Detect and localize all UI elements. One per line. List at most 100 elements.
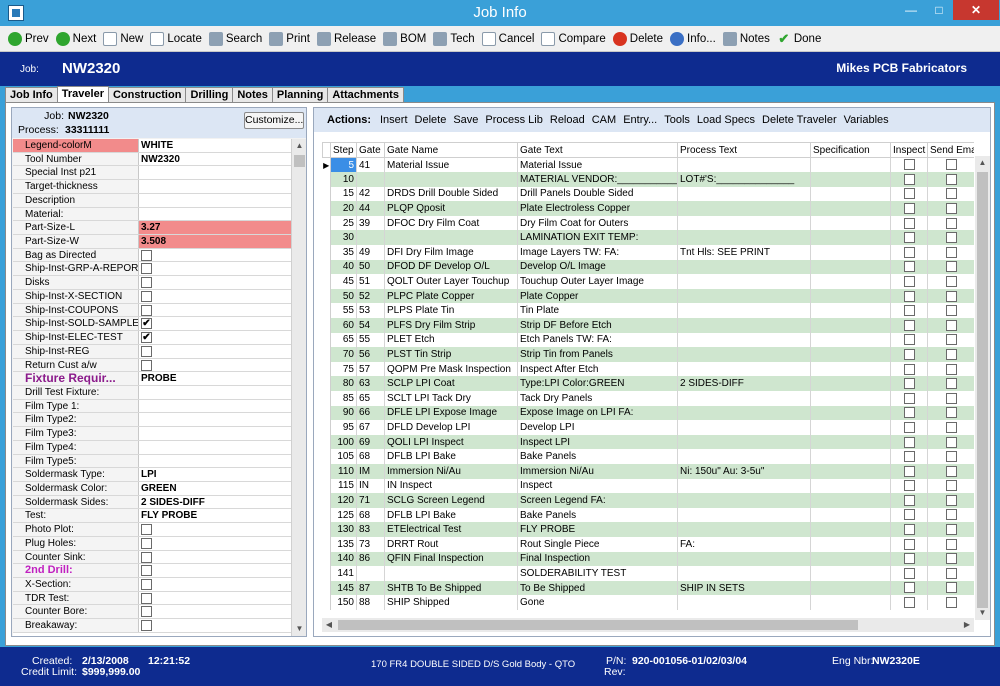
tab-construction[interactable]: Construction bbox=[107, 87, 187, 103]
process-text-cell[interactable] bbox=[677, 157, 811, 173]
send-email-checkbox[interactable] bbox=[945, 217, 957, 229]
gate-cell[interactable]: 63 bbox=[356, 376, 385, 391]
property-value[interactable] bbox=[139, 441, 291, 454]
toolbar-print-button[interactable]: Print bbox=[269, 31, 310, 46]
send-email-checkbox[interactable] bbox=[945, 567, 957, 579]
toolbar-new-button[interactable]: New bbox=[103, 31, 143, 46]
checkbox[interactable] bbox=[141, 277, 152, 289]
inspect-checkbox[interactable] bbox=[903, 494, 915, 506]
step-cell[interactable]: 150 bbox=[330, 595, 357, 610]
gate-cell[interactable]: 73 bbox=[356, 536, 385, 552]
specification-cell[interactable] bbox=[810, 157, 891, 173]
inspect-checkbox[interactable] bbox=[903, 421, 915, 433]
inspect-checkbox[interactable] bbox=[903, 407, 915, 419]
property-value[interactable]: ✔ bbox=[139, 331, 291, 344]
process-text-cell[interactable] bbox=[677, 551, 811, 567]
step-cell[interactable]: 30 bbox=[330, 230, 357, 246]
send-email-checkbox[interactable] bbox=[945, 582, 957, 594]
inspect-checkbox[interactable] bbox=[903, 290, 915, 302]
property-value[interactable] bbox=[139, 386, 291, 399]
specification-cell[interactable] bbox=[810, 259, 891, 275]
specification-cell[interactable] bbox=[810, 172, 891, 187]
gate-name-cell[interactable]: DRRT Rout bbox=[384, 536, 518, 552]
gate-cell[interactable]: 67 bbox=[356, 420, 385, 435]
gate-name-cell[interactable]: DFOC Dry Film Coat bbox=[384, 215, 518, 231]
table-row[interactable]: 10 MATERIAL VENDOR:___________ LOT#'S:____… bbox=[322, 172, 974, 187]
grid-scroll-up-icon[interactable]: ▲ bbox=[975, 156, 990, 170]
gate-text-cell[interactable]: Tin Plate bbox=[517, 303, 678, 319]
inspect-checkbox[interactable] bbox=[903, 363, 915, 375]
specification-cell[interactable] bbox=[810, 463, 891, 479]
send-email-checkbox[interactable] bbox=[945, 159, 957, 171]
gate-text-cell[interactable]: Dry Film Coat for Outers bbox=[517, 215, 678, 231]
close-button[interactable]: ✕ bbox=[953, 0, 999, 20]
grid-hscrollbar[interactable]: ◀ ▶ bbox=[322, 618, 974, 632]
property-value[interactable] bbox=[139, 578, 291, 591]
property-value[interactable] bbox=[139, 276, 291, 289]
send-email-checkbox[interactable] bbox=[945, 188, 957, 200]
table-row[interactable]: 120 71 SCLG Screen Legend Screen Legend FA: bbox=[322, 493, 974, 508]
specification-cell[interactable] bbox=[810, 478, 891, 494]
gate-cell[interactable]: 68 bbox=[356, 507, 385, 523]
toolbar-bom-button[interactable]: BOM bbox=[383, 31, 426, 46]
specification-cell[interactable] bbox=[810, 580, 891, 596]
send-email-checkbox[interactable] bbox=[945, 290, 957, 302]
step-cell[interactable]: 145 bbox=[330, 580, 357, 596]
property-value[interactable] bbox=[139, 413, 291, 426]
gate-cell[interactable]: 51 bbox=[356, 274, 385, 289]
toolbar-locate-button[interactable]: Locate bbox=[150, 31, 202, 46]
specification-cell[interactable] bbox=[810, 215, 891, 231]
checkbox[interactable] bbox=[141, 620, 152, 632]
step-cell[interactable]: 70 bbox=[330, 347, 357, 362]
grid-hscroll-thumb[interactable] bbox=[338, 620, 858, 630]
gate-name-cell[interactable]: PLST Tin Strip bbox=[384, 347, 518, 362]
property-value[interactable]: PROBE bbox=[139, 372, 291, 385]
property-value[interactable]: FLY PROBE bbox=[139, 509, 291, 522]
property-value[interactable] bbox=[139, 359, 291, 372]
gate-name-cell[interactable]: DFLD Develop LPI bbox=[384, 420, 518, 435]
gate-name-cell[interactable]: Material Issue bbox=[384, 157, 518, 173]
gate-cell[interactable]: 68 bbox=[356, 449, 385, 464]
inspect-checkbox[interactable] bbox=[903, 509, 915, 521]
table-row[interactable]: 141 SOLDERABILITY TEST bbox=[322, 566, 974, 581]
table-row[interactable]: 65 55 PLET Etch Etch Panels TW: FA: bbox=[322, 332, 974, 348]
action-reload[interactable]: Reload bbox=[550, 114, 585, 126]
send-email-checkbox[interactable] bbox=[945, 275, 957, 287]
specification-cell[interactable] bbox=[810, 201, 891, 216]
step-cell[interactable]: 85 bbox=[330, 391, 357, 406]
action-variables[interactable]: Variables bbox=[844, 114, 889, 126]
process-text-cell[interactable] bbox=[677, 303, 811, 319]
action-load-specs[interactable]: Load Specs bbox=[697, 114, 755, 126]
step-cell[interactable]: 15 bbox=[330, 186, 357, 202]
property-value[interactable] bbox=[139, 290, 291, 303]
table-row[interactable]: 45 51 QOLT Outer Layer Touchup Touchup Oute… bbox=[322, 274, 974, 289]
send-email-checkbox[interactable] bbox=[945, 451, 957, 463]
gate-name-cell[interactable]: QOPM Pre Mask Inspection bbox=[384, 361, 518, 377]
gate-cell[interactable]: 83 bbox=[356, 522, 385, 537]
step-cell[interactable]: 100 bbox=[330, 434, 357, 450]
property-value[interactable] bbox=[139, 592, 291, 605]
customize-button[interactable]: Customize... bbox=[244, 112, 304, 129]
gate-name-cell[interactable]: DFLE LPI Expose Image bbox=[384, 405, 518, 421]
gate-text-cell[interactable]: Immersion Ni/Au bbox=[517, 463, 678, 479]
gate-name-cell[interactable] bbox=[384, 566, 518, 581]
checkbox[interactable] bbox=[141, 304, 152, 316]
gate-cell[interactable]: 71 bbox=[356, 493, 385, 508]
specification-cell[interactable] bbox=[810, 347, 891, 362]
gate-text-cell[interactable]: FLY PROBE bbox=[517, 522, 678, 537]
inspect-checkbox[interactable] bbox=[903, 173, 915, 185]
gate-name-cell[interactable]: QFIN Final Inspection bbox=[384, 551, 518, 567]
step-cell[interactable]: 135 bbox=[330, 536, 357, 552]
table-row[interactable]: 50 52 PLPC Plate Copper Plate Copper bbox=[322, 288, 974, 304]
table-row[interactable]: 115 IN IN Inspect Inspect bbox=[322, 478, 974, 494]
table-row[interactable]: 80 63 SCLP LPI Coat Type:LPI Color:GREEN 2 S… bbox=[322, 376, 974, 391]
table-row[interactable]: 140 86 QFIN Final Inspection Final Inspecti… bbox=[322, 551, 974, 567]
gate-name-cell[interactable]: PLQP Qposit bbox=[384, 201, 518, 216]
scroll-up-icon[interactable]: ▲ bbox=[292, 139, 307, 153]
step-cell[interactable]: 50 bbox=[330, 288, 357, 304]
table-row[interactable]: 150 88 SHIP Shipped Gone bbox=[322, 595, 974, 610]
send-email-checkbox[interactable] bbox=[945, 246, 957, 258]
scroll-thumb[interactable] bbox=[294, 155, 305, 167]
process-text-cell[interactable] bbox=[677, 259, 811, 275]
checkbox[interactable] bbox=[141, 579, 152, 590]
